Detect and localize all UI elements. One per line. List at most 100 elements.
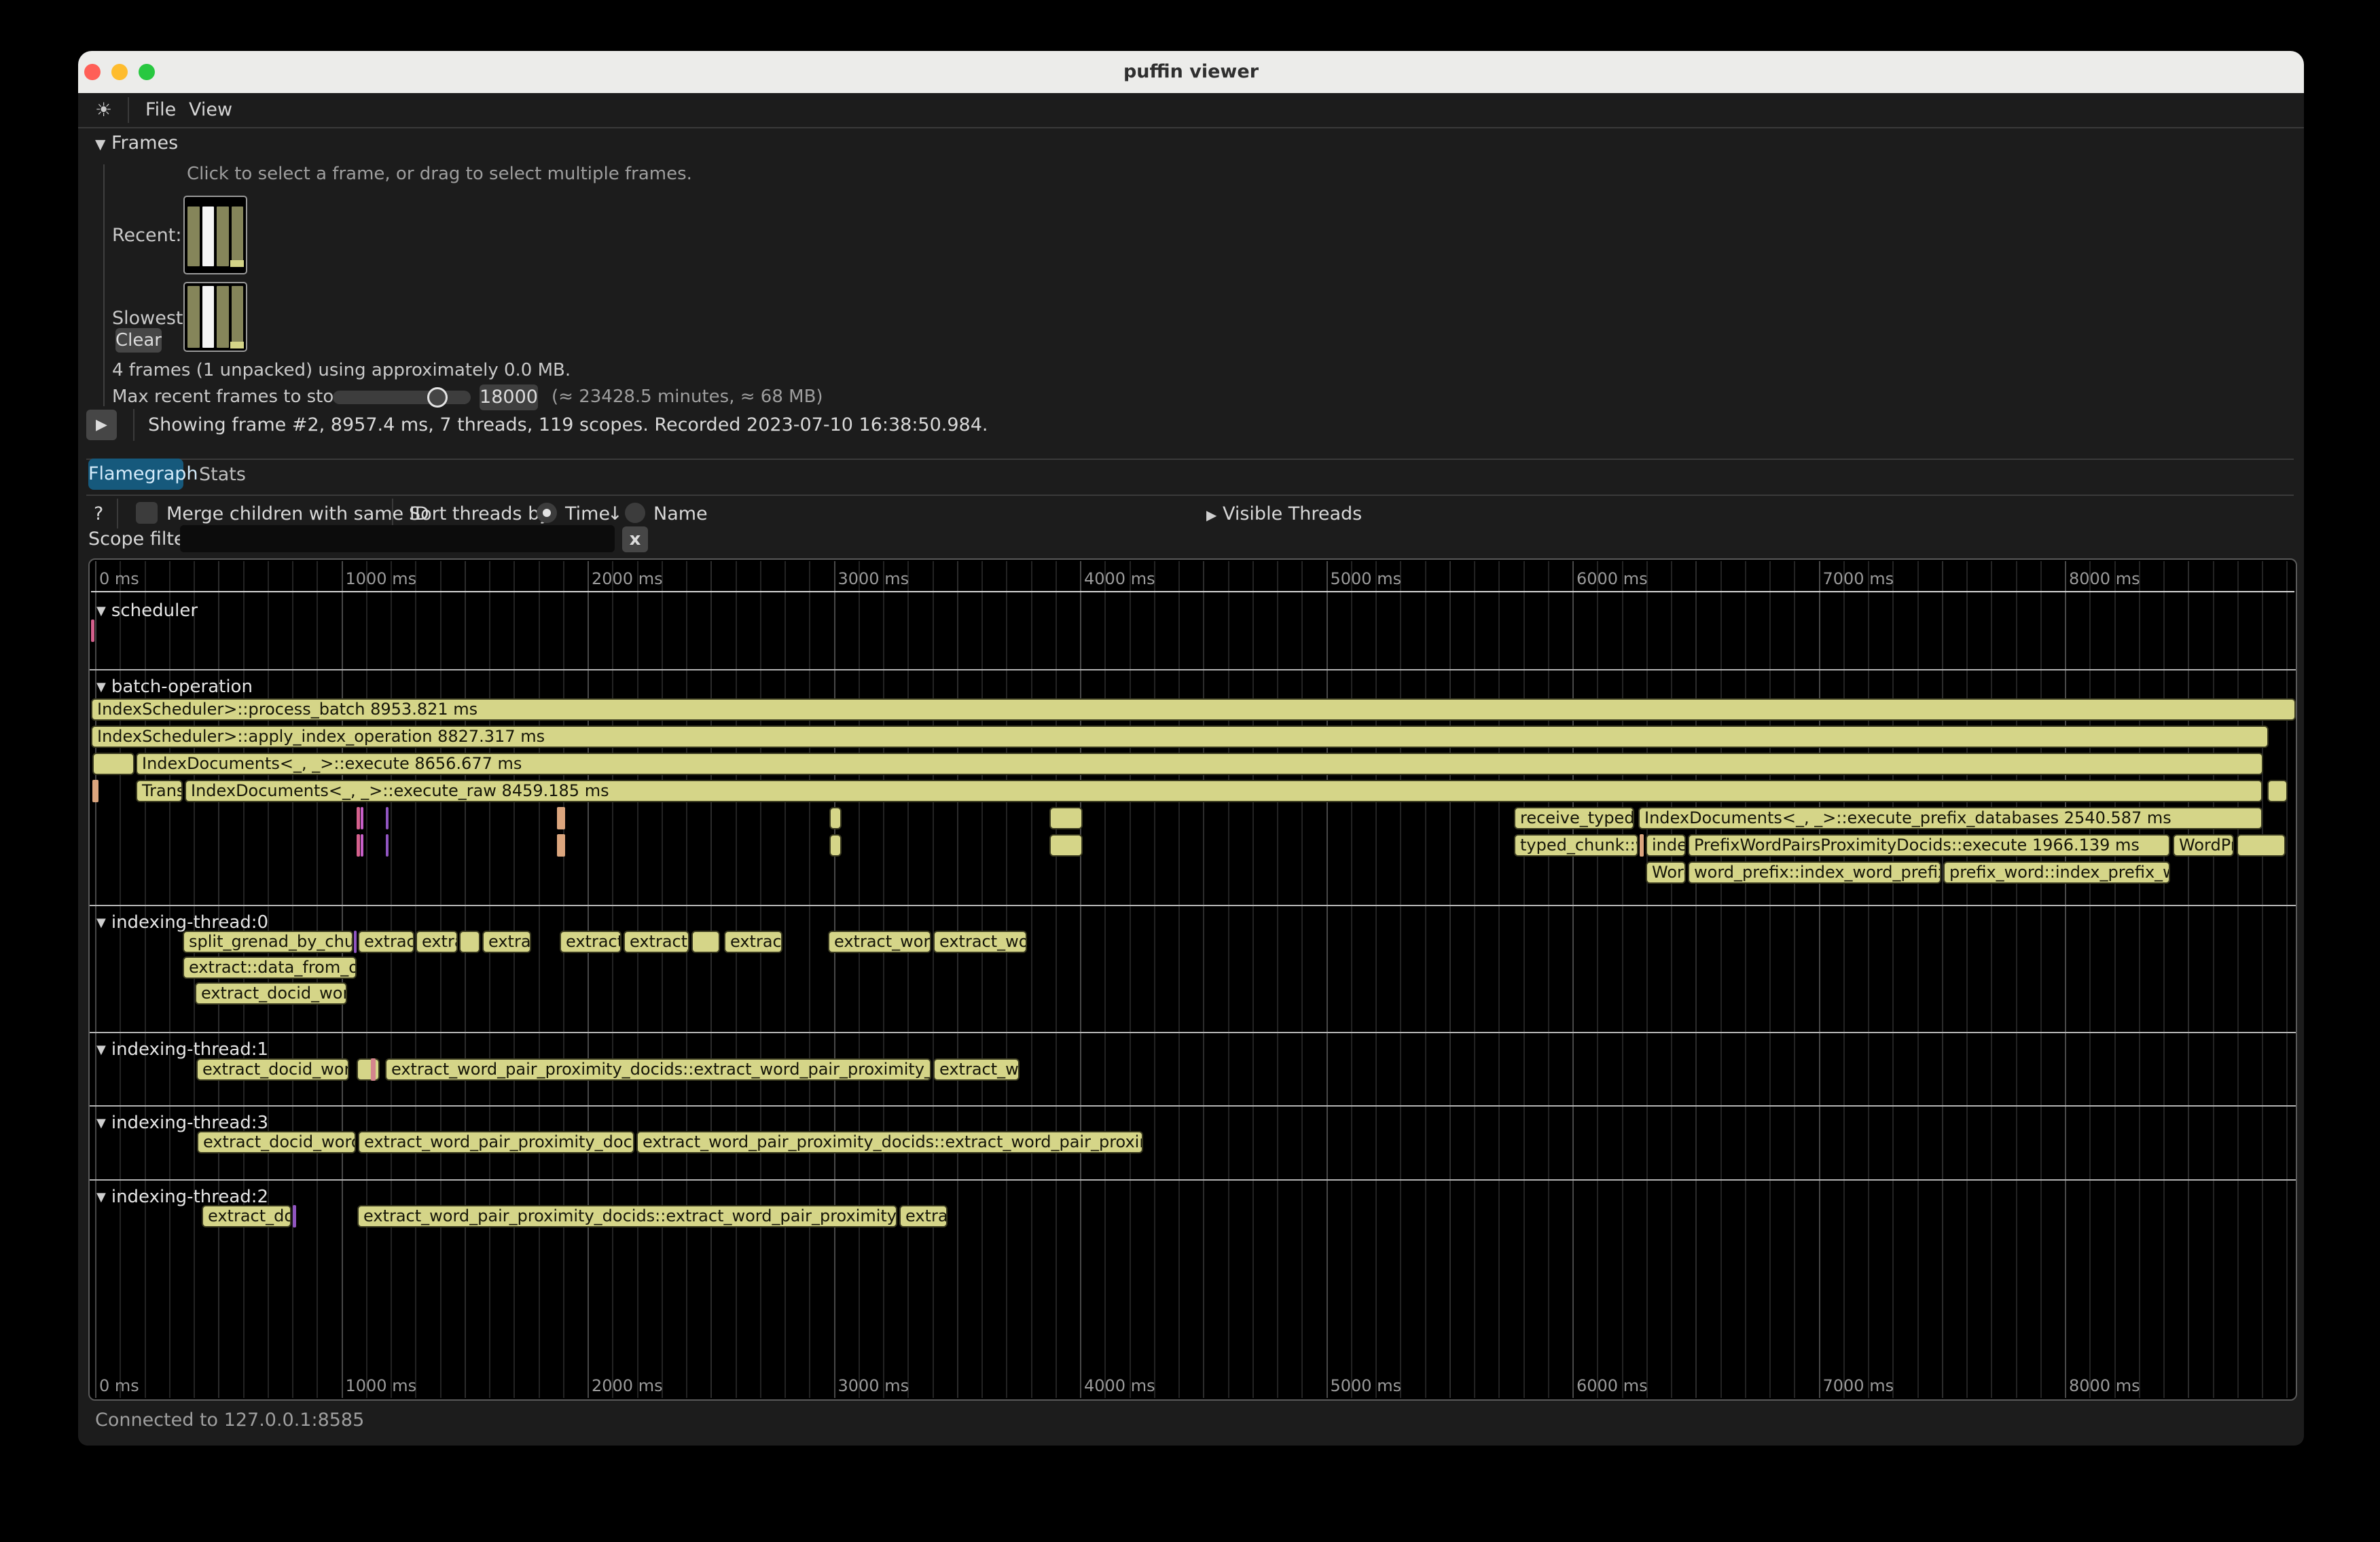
scope-bar[interactable]: extract_word_pair_proximity_docids::extr…: [636, 1131, 1143, 1153]
recent-frames-thumbnail[interactable]: [183, 196, 247, 274]
play-button[interactable]: ▶: [86, 410, 117, 440]
max-frames-value[interactable]: 18000: [480, 384, 538, 410]
scope-bar[interactable]: split_grenad_by_chun: [183, 931, 353, 953]
scope-bar[interactable]: Word: [1646, 861, 1686, 884]
flamegraph-canvas[interactable]: 0 ms0 ms1000 ms1000 ms2000 ms2000 ms3000…: [90, 560, 2296, 1399]
scope-bar[interactable]: prefix_word::index_prefix_wo: [1943, 861, 2170, 884]
scope-bar[interactable]: typed_chunk::w: [1514, 834, 1638, 857]
frame-bar[interactable]: [232, 286, 244, 348]
scope-bar[interactable]: [386, 807, 389, 829]
thread-section-header[interactable]: ▼scheduler: [96, 600, 198, 621]
scope-bar[interactable]: extract::data_from_ob: [183, 956, 357, 979]
thread-section-header[interactable]: ▼indexing-thread:3: [96, 1113, 268, 1133]
scope-bar[interactable]: [829, 834, 842, 857]
sort-time-radio[interactable]: [537, 503, 557, 523]
scope-bar[interactable]: extract_: [624, 931, 689, 953]
scope-bar[interactable]: extract_doc: [202, 1205, 291, 1227]
scope-bar[interactable]: PrefixWordPairsProximityDocids::execute …: [1688, 834, 2170, 857]
scope-bar[interactable]: [1640, 834, 1644, 857]
scope-bar[interactable]: IndexDocuments<_, _>::execute_prefix_dat…: [1638, 807, 2262, 829]
help-button[interactable]: ?: [94, 503, 103, 524]
scope-bar[interactable]: [357, 807, 360, 829]
tab-flamegraph[interactable]: Flamegraph: [88, 459, 183, 490]
scope-bar[interactable]: extract_word: [828, 931, 931, 953]
grid-line: [834, 561, 835, 1398]
frame-bar[interactable]: [217, 207, 229, 266]
scope-bar[interactable]: [1049, 807, 1083, 829]
flamegraph-panel[interactable]: 0 ms0 ms1000 ms1000 ms2000 ms2000 ms3000…: [88, 558, 2297, 1401]
sort-name-radio[interactable]: [625, 503, 645, 523]
scope-bar[interactable]: [459, 931, 480, 953]
scope-bar[interactable]: extract_word_pair_proximity_docids: [358, 1131, 634, 1153]
scope-bar[interactable]: [557, 834, 565, 857]
scope-bar[interactable]: IndexScheduler>::apply_index_operation 8…: [91, 725, 2269, 748]
thread-section-header[interactable]: ▼batch-operation: [96, 677, 253, 697]
scope-bar[interactable]: extract_docid_word: [195, 982, 347, 1005]
thread-section-header[interactable]: ▼indexing-thread:1: [96, 1039, 268, 1060]
thread-name-label: indexing-thread:2: [111, 1187, 268, 1207]
selected-frame-bar[interactable]: [202, 207, 215, 266]
scope-bar[interactable]: [354, 931, 357, 953]
selected-frame-bar[interactable]: [202, 286, 215, 348]
scope-bar[interactable]: IndexDocuments<_, _>::execute 8656.677 m…: [136, 753, 2263, 775]
visible-threads-header[interactable]: ▶ Visible Threads: [1206, 503, 1362, 524]
scope-bar[interactable]: extract_docid_word: [197, 1131, 356, 1153]
scope-bar[interactable]: [2267, 780, 2288, 802]
frame-bar[interactable]: [187, 207, 200, 266]
scope-bar[interactable]: IndexDocuments<_, _>::execute_raw 8459.1…: [185, 780, 2262, 802]
scope-filter-input[interactable]: [180, 525, 615, 552]
scope-bar[interactable]: extra: [416, 931, 458, 953]
scope-bar[interactable]: [92, 780, 98, 802]
menu-file[interactable]: File: [145, 99, 176, 120]
scope-bar[interactable]: [293, 1205, 296, 1227]
scope-bar[interactable]: extract_word_pair_proximity_docids::extr…: [385, 1058, 931, 1081]
merge-children-checkbox[interactable]: [136, 502, 158, 524]
tab-stats[interactable]: Stats: [199, 464, 246, 485]
scope-bar[interactable]: [2237, 834, 2286, 857]
scope-bar[interactable]: extract: [724, 931, 782, 953]
scope-bar[interactable]: [92, 753, 134, 775]
scope-bar[interactable]: extract_wo: [933, 1058, 1020, 1081]
slowest-frames-thumbnail[interactable]: [183, 282, 247, 352]
clear-button[interactable]: Clear: [115, 328, 162, 353]
scope-bar[interactable]: extract: [358, 931, 414, 953]
scope-bar[interactable]: [361, 807, 363, 829]
scope-bar[interactable]: [386, 834, 389, 857]
frame-bar[interactable]: [187, 286, 200, 348]
scope-bar[interactable]: receive_typed_: [1514, 807, 1634, 829]
scope-bar[interactable]: index: [1646, 834, 1686, 857]
scope-bar[interactable]: extract_: [560, 931, 621, 953]
thread-name-label: indexing-thread:3: [111, 1113, 268, 1133]
scope-bar[interactable]: [91, 620, 94, 642]
thread-section-header[interactable]: ▼indexing-thread:0: [96, 912, 268, 933]
scope-bar[interactable]: extract_wo: [933, 931, 1027, 953]
frame-bar[interactable]: [232, 207, 244, 266]
scope-bar[interactable]: [361, 834, 363, 857]
scope-bar[interactable]: [691, 931, 720, 953]
theme-sun-icon[interactable]: ☀: [95, 98, 112, 121]
slider-knob[interactable]: [427, 387, 448, 408]
clear-filter-button[interactable]: x: [622, 526, 648, 552]
scope-bar[interactable]: [557, 807, 565, 829]
frame-bar[interactable]: [217, 286, 229, 348]
scope-bar[interactable]: extract_word_pair_proximity_docids::extr…: [357, 1205, 897, 1227]
grid-line: [1375, 561, 1377, 1398]
max-frames-slider[interactable]: [333, 391, 471, 404]
scope-bar[interactable]: [357, 1058, 380, 1081]
scope-bar[interactable]: [371, 1058, 376, 1081]
thread-section-header[interactable]: ▼indexing-thread:2: [96, 1187, 268, 1207]
scope-bar[interactable]: extract_docid_word: [196, 1058, 349, 1081]
sort-direction-arrow-icon[interactable]: ↓: [607, 503, 623, 524]
scope-bar[interactable]: word_prefix::index_word_prefix_: [1688, 861, 1941, 884]
scope-bar[interactable]: extrac: [899, 1205, 948, 1227]
scope-bar[interactable]: [829, 807, 842, 829]
grid-line: [1671, 561, 1672, 1398]
scope-bar[interactable]: WordPr: [2173, 834, 2234, 857]
scope-bar[interactable]: [1049, 834, 1083, 857]
frames-section-header[interactable]: ▼ Frames: [95, 132, 178, 154]
menu-view[interactable]: View: [189, 99, 232, 120]
scope-bar[interactable]: [357, 834, 360, 857]
scope-bar[interactable]: IndexScheduler>::process_batch 8953.821 …: [91, 698, 2296, 721]
scope-bar[interactable]: Trans: [136, 780, 183, 802]
scope-bar[interactable]: extrac: [482, 931, 531, 953]
